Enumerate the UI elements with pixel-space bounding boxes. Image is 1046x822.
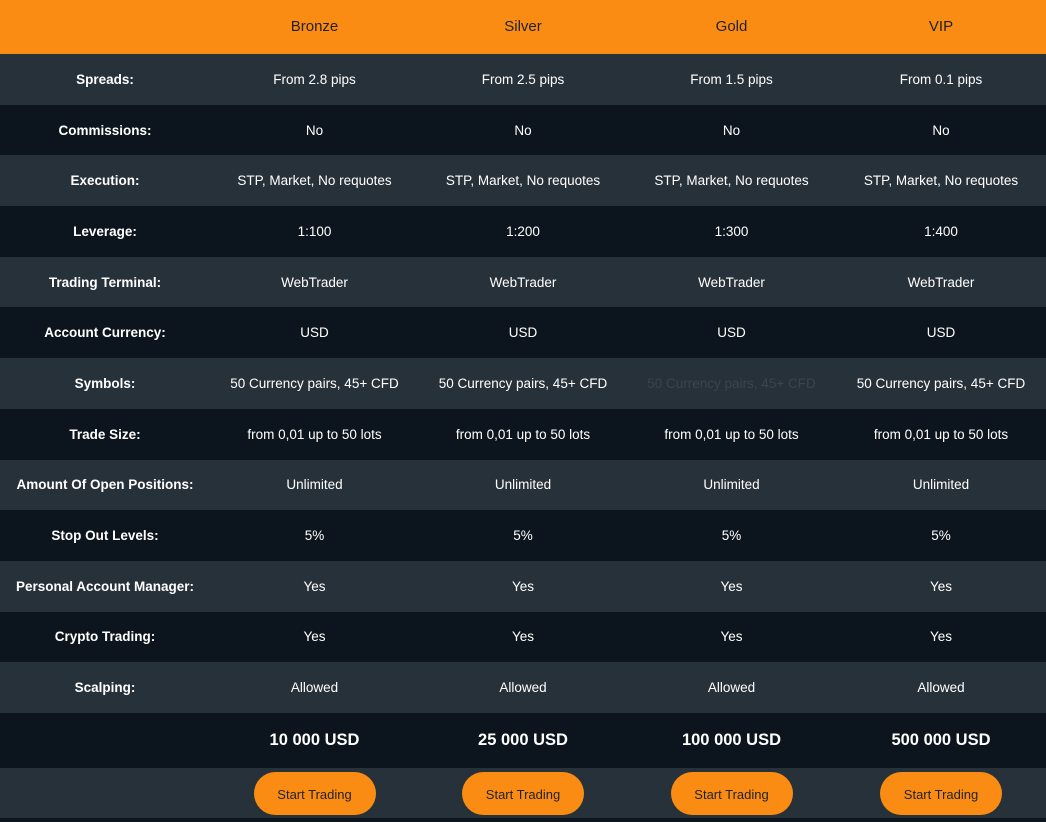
cell-gold: STP, Market, No requotes xyxy=(654,173,809,189)
cell-silver: Allowed xyxy=(499,680,547,696)
price-gold: 100 000 USD xyxy=(681,730,782,749)
table-header: Bronze Silver Gold VIP xyxy=(0,0,1046,54)
row-label: Spreads: xyxy=(76,71,134,87)
cell-gold: No xyxy=(722,122,741,138)
cell-bronze: Yes xyxy=(303,629,326,645)
header-silver: Silver xyxy=(504,17,542,35)
start-trading-vip-button[interactable]: Start Trading xyxy=(880,772,1002,816)
cell-silver: USD xyxy=(508,325,538,341)
row-label: Stop Out Levels: xyxy=(51,528,159,544)
row-label: Scalping: xyxy=(74,680,136,696)
cell-gold: from 0,01 up to 50 lots xyxy=(664,426,799,442)
table-row: Amount Of Open Positions: Unlimited Unlimi… xyxy=(0,459,1046,511)
cell-bronze: WebTrader xyxy=(281,274,348,290)
row-label: Amount Of Open Positions: xyxy=(16,477,194,493)
cell-silver: Unlimited xyxy=(494,477,552,493)
cell-bronze: 50 Currency pairs, 45+ CFD xyxy=(230,375,399,391)
cell-silver: Yes xyxy=(511,629,535,645)
start-trading-bronze-button[interactable]: Start Trading xyxy=(253,772,376,816)
table-row: Trade Size: from 0,01 up to 50 lots from 0… xyxy=(0,408,1046,460)
header-vip: VIP xyxy=(928,17,954,35)
cell-silver: No xyxy=(514,122,532,138)
account-comparison-table: Bronze Silver Gold VIP Spreads: From 2.8 … xyxy=(0,0,1046,818)
cell-vip: WebTrader xyxy=(907,274,975,290)
row-label: Trade Size: xyxy=(69,426,141,442)
table-body: Spreads: From 2.8 pips From 2.5 pips From 1… xyxy=(0,54,1046,713)
cell-vip: Yes xyxy=(929,578,953,594)
cell-gold: Yes xyxy=(720,629,743,645)
header-empty-cell xyxy=(0,26,210,28)
cell-bronze: Allowed xyxy=(290,680,339,696)
cell-gold: WebTrader xyxy=(698,274,765,290)
start-trading-silver-button[interactable]: Start Trading xyxy=(462,772,584,816)
cell-bronze: from 0,01 up to 50 lots xyxy=(247,426,382,442)
cell-vip: From 0.1 pips xyxy=(899,71,983,87)
row-label: Execution: xyxy=(70,173,140,189)
cell-bronze: From 2.8 pips xyxy=(273,71,356,87)
cell-gold: 50 Currency pairs, 45+ CFD xyxy=(647,375,816,391)
row-label: Commissions: xyxy=(58,122,152,138)
cell-silver: from 0,01 up to 50 lots xyxy=(455,426,591,442)
cell-gold: 1:300 xyxy=(714,223,749,239)
header-bronze: Bronze xyxy=(290,17,339,35)
button-row: Start Trading Start Trading Start Tradin… xyxy=(0,767,1046,818)
cell-vip: Allowed xyxy=(917,680,965,696)
start-trading-gold-button[interactable]: Start Trading xyxy=(670,772,793,816)
cell-gold: Unlimited xyxy=(703,477,760,493)
table-row: Spreads: From 2.8 pips From 2.5 pips From 1… xyxy=(0,54,1046,105)
cell-gold: USD xyxy=(717,325,746,341)
table-row: Personal Account Manager: Yes Yes Yes Yes xyxy=(0,560,1046,612)
row-label: Leverage: xyxy=(73,223,137,239)
cell-silver: STP, Market, No requotes xyxy=(445,173,601,189)
table-row: Symbols: 50 Currency pairs, 45+ CFD 50 Cur… xyxy=(0,358,1046,409)
cell-vip: from 0,01 up to 50 lots xyxy=(873,426,1009,442)
cell-vip: USD xyxy=(926,325,956,341)
cell-vip: 1:400 xyxy=(924,223,958,239)
price-row: 10 000 USD 25 000 USD 100 000 USD 500 00… xyxy=(0,712,1046,768)
cell-bronze: USD xyxy=(300,325,329,341)
cell-silver: Yes xyxy=(511,578,535,594)
cell-gold: Yes xyxy=(720,578,743,594)
table-row: Account Currency: USD USD USD USD xyxy=(0,307,1046,359)
cell-vip: 5% xyxy=(931,528,951,544)
price-vip: 500 000 USD xyxy=(891,730,991,749)
cell-silver: WebTrader xyxy=(489,274,557,290)
header-gold: Gold xyxy=(715,17,748,35)
cell-bronze: Yes xyxy=(303,578,326,594)
table-row: Commissions: No No No No xyxy=(0,104,1046,156)
table-row: Trading Terminal: WebTrader WebTrader WebTr… xyxy=(0,256,1046,308)
cell-gold: From 1.5 pips xyxy=(690,71,773,87)
price-silver: 25 000 USD xyxy=(478,730,568,749)
cell-vip: Unlimited xyxy=(912,477,970,493)
cell-gold: Allowed xyxy=(707,680,756,696)
price-bronze: 10 000 USD xyxy=(269,730,360,749)
row-label: Crypto Trading: xyxy=(54,629,156,645)
cell-bronze: Unlimited xyxy=(286,477,343,493)
cell-bronze: STP, Market, No requotes xyxy=(237,173,392,189)
cell-silver: 50 Currency pairs, 45+ CFD xyxy=(438,375,608,391)
cell-silver: From 2.5 pips xyxy=(481,71,565,87)
cell-vip: Yes xyxy=(929,629,953,645)
cell-bronze: 5% xyxy=(304,528,325,544)
cell-vip: No xyxy=(932,122,950,138)
row-label: Trading Terminal: xyxy=(48,274,162,290)
cell-vip: STP, Market, No requotes xyxy=(863,173,1019,189)
cell-bronze: 1:100 xyxy=(297,223,332,239)
table-row: Leverage: 1:100 1:200 1:300 1:400 xyxy=(0,206,1046,257)
table-row: Stop Out Levels: 5% 5% 5% 5% xyxy=(0,510,1046,561)
row-label: Symbols: xyxy=(74,375,136,391)
cell-gold: 5% xyxy=(721,528,742,544)
cell-bronze: No xyxy=(305,122,324,138)
table-row: Execution: STP, Market, No requotes STP, M… xyxy=(0,155,1046,207)
cell-vip: 50 Currency pairs, 45+ CFD xyxy=(856,375,1026,391)
table-row: Crypto Trading: Yes Yes Yes Yes xyxy=(0,611,1046,663)
row-label: Account Currency: xyxy=(44,325,166,341)
cell-silver: 5% xyxy=(513,528,533,544)
cell-silver: 1:200 xyxy=(506,223,540,239)
table-row: Scalping: Allowed Allowed Allowed Allowed xyxy=(0,662,1046,713)
row-label: Personal Account Manager: xyxy=(15,578,195,594)
